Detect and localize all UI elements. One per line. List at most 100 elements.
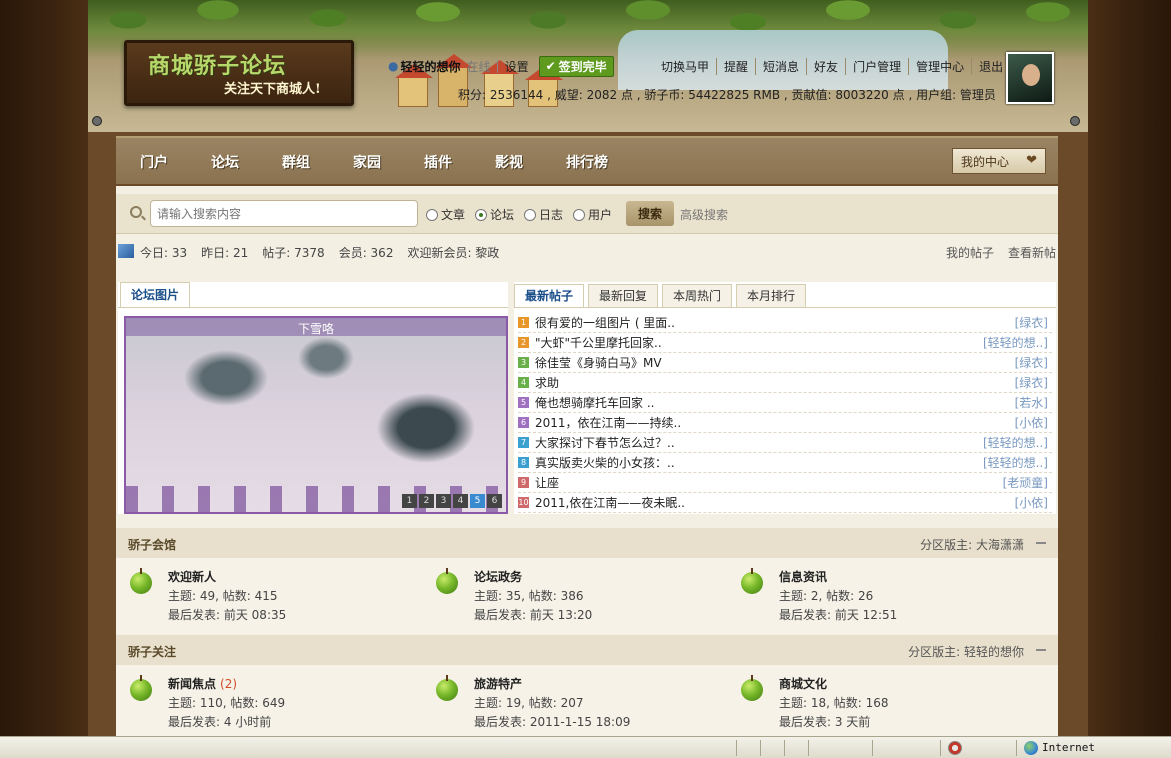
post-row: 1 很有爱的一组图片 ( 里面.. [绿衣] bbox=[518, 313, 1052, 333]
post-author-link[interactable]: [绿衣] bbox=[1015, 374, 1048, 391]
forum-name-link[interactable]: 欢迎新人 bbox=[168, 568, 216, 585]
my-posts-link[interactable]: 我的帖子 bbox=[946, 244, 994, 261]
post-title-link[interactable]: 徐佳莹《身骑白马》MV bbox=[535, 354, 662, 371]
post-rank-icon: 8 bbox=[518, 457, 529, 468]
radio-label: 用户 bbox=[588, 208, 613, 222]
site-logo-title[interactable]: 商城骄子论坛 bbox=[148, 48, 286, 80]
forum-last-post[interactable]: 最后发表: 前天 13:20 bbox=[474, 606, 592, 623]
main-nav: 门户 论坛 群组 家园 插件 影视 排行榜 我的中心 ❤ bbox=[116, 136, 1058, 184]
nav-groups[interactable]: 群组 bbox=[282, 152, 353, 172]
advanced-search-link[interactable]: 高级搜索 bbox=[680, 206, 728, 223]
post-title-link[interactable]: 大家探讨下春节怎么过？.. bbox=[535, 434, 675, 451]
post-title-link[interactable]: 俺也想骑摩托车回家 .. bbox=[535, 394, 654, 411]
slide-page-5[interactable]: 5 bbox=[470, 494, 485, 508]
forum-name-link[interactable]: 旅游特产 bbox=[474, 675, 522, 692]
forum-last-post[interactable]: 最后发表: 2011-1-15 18:09 bbox=[474, 713, 630, 730]
heart-icon: ❤ bbox=[1026, 153, 1037, 168]
slide-page-1[interactable]: 1 bbox=[402, 494, 417, 508]
view-new-link[interactable]: 查看新帖 bbox=[1008, 244, 1056, 261]
forum-name-link[interactable]: 信息资讯 bbox=[779, 568, 827, 585]
user-stats-line: 积分: 2536144 , 威望: 2082 点 , 骄子币: 54422825… bbox=[458, 88, 996, 102]
nav-rankings[interactable]: 排行榜 bbox=[566, 152, 637, 172]
forum-name-link[interactable]: 商城文化 bbox=[779, 675, 827, 692]
post-title-link[interactable]: 2011,依在江南——夜未眠.. bbox=[535, 494, 685, 511]
slide-page-4[interactable]: 4 bbox=[453, 494, 468, 508]
forum-last-post[interactable]: 最后发表: 前天 08:35 bbox=[168, 606, 286, 623]
tab-forum-pictures[interactable]: 论坛图片 bbox=[120, 282, 191, 308]
notifications-link[interactable]: 提醒 bbox=[717, 58, 757, 75]
slideshow-image[interactable]: 下雪咯 1 2 3 4 5 6 bbox=[124, 316, 508, 514]
radio-forum[interactable]: 论坛 bbox=[475, 206, 514, 223]
forum-stats: 主题: 49, 帖数: 415 bbox=[168, 589, 278, 603]
forum-last-post[interactable]: 最后发表: 3 天前 bbox=[779, 713, 870, 730]
nav-plugins[interactable]: 插件 bbox=[424, 152, 495, 172]
nav-portal[interactable]: 门户 bbox=[140, 152, 211, 172]
check-icon: ✔ bbox=[545, 59, 556, 73]
post-title-link[interactable]: 让座 bbox=[535, 474, 559, 491]
forum-item: 新闻焦点 (2) 主题: 110, 帖数: 649 最后发表: 4 小时前 bbox=[124, 675, 424, 735]
messages-link[interactable]: 短消息 bbox=[756, 58, 808, 75]
stat-newest-member[interactable]: 欢迎新会员: 黎政 bbox=[407, 244, 499, 261]
radio-article[interactable]: 文章 bbox=[426, 206, 465, 223]
post-rank-icon: 2 bbox=[518, 337, 529, 348]
nav-forum[interactable]: 论坛 bbox=[211, 152, 282, 172]
section-title[interactable]: 骄子关注 bbox=[128, 643, 176, 660]
slide-page-2[interactable]: 2 bbox=[419, 494, 434, 508]
my-center-button[interactable]: 我的中心 ❤ bbox=[952, 148, 1046, 174]
forum-last-post[interactable]: 最后发表: 4 小时前 bbox=[168, 713, 271, 730]
post-author-link[interactable]: [小依] bbox=[1015, 494, 1048, 511]
collapse-icon[interactable] bbox=[1036, 649, 1046, 651]
tab-latest-posts[interactable]: 最新帖子 bbox=[514, 284, 585, 308]
forum-name-link[interactable]: 论坛政务 bbox=[474, 568, 522, 585]
privacy-icon[interactable] bbox=[948, 741, 962, 755]
forum-last-post[interactable]: 最后发表: 前天 12:51 bbox=[779, 606, 897, 623]
post-rank-icon: 9 bbox=[518, 477, 529, 488]
post-title-link[interactable]: 真实版卖火柴的小女孩：.. bbox=[535, 454, 675, 471]
forum-name-link[interactable]: 新闻焦点 (2) bbox=[168, 675, 237, 692]
settings-link[interactable]: 设置 bbox=[505, 58, 529, 75]
slide-pager: 1 2 3 4 5 6 bbox=[402, 494, 502, 508]
post-author-link[interactable]: [老顽童] bbox=[1003, 474, 1048, 491]
search-input[interactable] bbox=[150, 200, 418, 227]
post-title-link[interactable]: 求助 bbox=[535, 374, 559, 391]
stat-yesterday: 昨日: 21 bbox=[201, 246, 249, 260]
signin-label: 签到完毕 bbox=[558, 59, 607, 74]
slide-page-6[interactable]: 6 bbox=[487, 494, 502, 508]
section-title[interactable]: 骄子会馆 bbox=[128, 536, 176, 553]
logout-link[interactable]: 退出 bbox=[972, 58, 1010, 75]
radio-blog[interactable]: 日志 bbox=[524, 206, 563, 223]
post-author-link[interactable]: [轻轻的想..] bbox=[983, 334, 1048, 351]
tab-latest-replies[interactable]: 最新回复 bbox=[588, 284, 659, 308]
status-divider bbox=[1016, 740, 1017, 756]
admin-center-link[interactable]: 管理中心 bbox=[909, 58, 973, 75]
collapse-icon[interactable] bbox=[1036, 542, 1046, 544]
user-icon: ● bbox=[388, 59, 399, 73]
site-slogan: 关注天下商城人! bbox=[224, 82, 321, 97]
post-row: 7 大家探讨下春节怎么过？.. [轻轻的想..] bbox=[518, 433, 1052, 453]
post-title-link[interactable]: "大虾"千公里摩托回家.. bbox=[535, 334, 662, 351]
radio-user[interactable]: 用户 bbox=[573, 206, 612, 223]
post-author-link[interactable]: [轻轻的想..] bbox=[983, 454, 1048, 471]
apple-icon bbox=[436, 675, 458, 701]
nav-home[interactable]: 家园 bbox=[353, 152, 424, 172]
username-link[interactable]: ● 轻轻的想你 bbox=[388, 58, 461, 75]
post-title-link[interactable]: 很有爱的一组图片 ( 里面.. bbox=[535, 314, 675, 331]
avatar[interactable] bbox=[1006, 52, 1054, 104]
search-button[interactable]: 搜索 bbox=[626, 201, 674, 226]
post-author-link[interactable]: [小依] bbox=[1015, 414, 1048, 431]
tab-weekly-hot[interactable]: 本周热门 bbox=[662, 284, 733, 308]
post-author-link[interactable]: [若水] bbox=[1015, 394, 1048, 411]
radio-dot bbox=[573, 208, 586, 221]
tab-monthly-ranking[interactable]: 本月排行 bbox=[736, 284, 807, 308]
slide-page-3[interactable]: 3 bbox=[436, 494, 451, 508]
switch-account-link[interactable]: 切换马甲 bbox=[654, 58, 718, 75]
post-author-link[interactable]: [绿衣] bbox=[1015, 354, 1048, 371]
post-title-link[interactable]: 2011，依在江南——持续.. bbox=[535, 414, 681, 431]
portal-admin-link[interactable]: 门户管理 bbox=[846, 58, 910, 75]
post-author-link[interactable]: [轻轻的想..] bbox=[983, 434, 1048, 451]
post-author-link[interactable]: [绿衣] bbox=[1015, 314, 1048, 331]
search-type-options: 文章 论坛 日志 用户 bbox=[426, 206, 612, 223]
nav-movies[interactable]: 影视 bbox=[495, 152, 566, 172]
friends-link[interactable]: 好友 bbox=[807, 58, 847, 75]
signin-button[interactable]: ✔ 签到完毕 bbox=[538, 55, 614, 77]
